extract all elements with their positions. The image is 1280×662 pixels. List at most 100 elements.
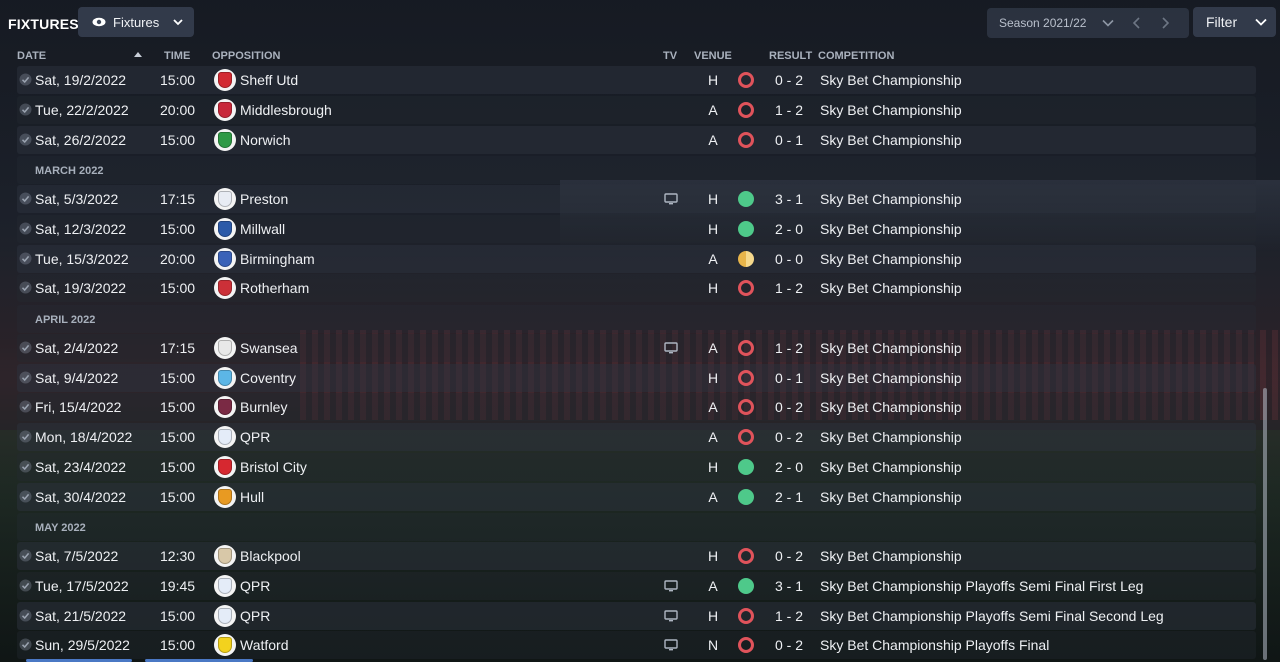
fixture-row[interactable]: Tue, 17/5/2022 19:45 QPR A 3 - 1 Sky Bet Cham… [17, 572, 1256, 600]
fixture-competition[interactable]: Sky Bet Championship [820, 72, 962, 88]
fixture-row[interactable]: Sat, 2/4/2022 17:15 Swansea A 1 - 2 Sky Bet C… [17, 334, 1256, 362]
fixture-row[interactable]: Tue, 15/3/2022 20:00 Birmingham A 0 - 0 Sky B… [17, 245, 1256, 273]
opponent-name[interactable]: Burnley [240, 399, 287, 415]
fixture-competition[interactable]: Sky Bet Championship Playoffs Semi Final… [820, 608, 1164, 624]
opponent-name[interactable]: QPR [240, 429, 270, 445]
fixture-competition[interactable]: Sky Bet Championship [820, 132, 962, 148]
fixture-competition[interactable]: Sky Bet Championship [820, 370, 962, 386]
month-label: MARCH 2022 [35, 165, 104, 177]
opponent-name[interactable]: Rotherham [240, 280, 309, 296]
fixture-row[interactable]: Sat, 19/2/2022 15:00 Sheff Utd H 0 - 2 Sky Be… [17, 66, 1256, 94]
fixture-date: Sat, 5/3/2022 [35, 191, 119, 207]
fixture-score[interactable]: 1 - 2 [769, 340, 809, 356]
fixture-score[interactable]: 0 - 0 [769, 251, 809, 267]
fixture-competition[interactable]: Sky Bet Championship [820, 340, 962, 356]
opponent-name[interactable]: Norwich [240, 132, 291, 148]
fixture-score[interactable]: 2 - 1 [769, 489, 809, 505]
fixture-score[interactable]: 0 - 1 [769, 370, 809, 386]
fixture-row[interactable]: Sat, 21/5/2022 15:00 QPR H 1 - 2 Sky Bet Cham… [17, 602, 1256, 630]
fixture-score[interactable]: 2 - 0 [769, 221, 809, 237]
fixture-row[interactable]: Sat, 7/5/2022 12:30 Blackpool H 0 - 2 Sky Bet… [17, 542, 1256, 570]
fixture-competition[interactable]: Sky Bet Championship [820, 280, 962, 296]
opponent-name[interactable]: Millwall [240, 221, 285, 237]
column-header-result[interactable]: RESULT [769, 50, 812, 62]
fixture-row[interactable]: Sat, 26/2/2022 15:00 Norwich A 0 - 1 Sky Bet … [17, 126, 1256, 154]
fixture-competition[interactable]: Sky Bet Championship [820, 399, 962, 415]
column-header-venue[interactable]: VENUE [694, 50, 732, 62]
played-check-icon [19, 192, 32, 205]
fixture-score[interactable]: 1 - 2 [769, 102, 809, 118]
fixture-competition[interactable]: Sky Bet Championship Playoffs Final [820, 637, 1049, 653]
played-check-icon [19, 252, 32, 265]
fixture-row[interactable]: Sat, 9/4/2022 15:00 Coventry H 0 - 1 Sky Bet … [17, 364, 1256, 392]
fixture-competition[interactable]: Sky Bet Championship [820, 191, 962, 207]
fixture-row[interactable]: Tue, 22/2/2022 20:00 Middlesbrough A 1 - 2 Sk… [17, 96, 1256, 124]
opponent-name[interactable]: Preston [240, 191, 288, 207]
fixture-score[interactable]: 0 - 1 [769, 132, 809, 148]
fixture-time: 15:00 [160, 370, 196, 386]
fixture-competition[interactable]: Sky Bet Championship [820, 489, 962, 505]
loss-result-icon [738, 637, 754, 653]
played-check-icon [19, 460, 32, 473]
fixture-score[interactable]: 0 - 2 [769, 429, 809, 445]
loss-result-icon [738, 340, 754, 356]
club-crest-icon [214, 129, 236, 151]
fixture-venue: A [708, 578, 718, 594]
opponent-name[interactable]: Swansea [240, 340, 298, 356]
fixture-time: 15:00 [160, 399, 196, 415]
club-crest-icon [214, 396, 236, 418]
fixture-row[interactable]: Sat, 30/4/2022 15:00 Hull A 2 - 1 Sky Bet Cha… [17, 483, 1256, 511]
opponent-name[interactable]: Hull [240, 489, 264, 505]
scrollbar[interactable] [1263, 388, 1267, 660]
opponent-name[interactable]: Blackpool [240, 548, 301, 564]
fixture-score[interactable]: 0 - 2 [769, 72, 809, 88]
fixture-date: Sun, 29/5/2022 [35, 637, 130, 653]
fixture-score[interactable]: 0 - 2 [769, 399, 809, 415]
fixture-date: Mon, 18/4/2022 [35, 429, 133, 445]
fixture-score[interactable]: 0 - 2 [769, 548, 809, 564]
fixture-score[interactable]: 3 - 1 [769, 191, 809, 207]
column-header-competition[interactable]: COMPETITION [818, 50, 894, 62]
fixture-competition[interactable]: Sky Bet Championship [820, 102, 962, 118]
fixture-row[interactable]: Sat, 12/3/2022 15:00 Millwall H 2 - 0 Sky Bet… [17, 215, 1256, 243]
opponent-name[interactable]: Coventry [240, 370, 296, 386]
fixture-competition[interactable]: Sky Bet Championship [820, 548, 962, 564]
fixture-row[interactable]: Sun, 29/5/2022 15:00 Watford N 0 - 2 Sky Bet … [17, 631, 1256, 659]
chevron-down-icon [173, 19, 183, 26]
column-header-time[interactable]: TIME [164, 50, 190, 62]
column-header-tv[interactable]: TV [663, 50, 677, 62]
opponent-name[interactable]: Middlesbrough [240, 102, 332, 118]
fixture-time: 17:15 [160, 340, 196, 356]
fixture-row[interactable]: Mon, 18/4/2022 15:00 QPR A 0 - 2 Sky Bet Cham… [17, 423, 1256, 451]
fixture-score[interactable]: 1 - 2 [769, 280, 809, 296]
season-selector[interactable]: Season 2021/22 [987, 8, 1189, 38]
fixture-row[interactable]: Sat, 5/3/2022 17:15 Preston H 3 - 1 Sky Bet C… [17, 185, 1256, 213]
fixture-score[interactable]: 0 - 2 [769, 637, 809, 653]
fixture-competition[interactable]: Sky Bet Championship [820, 251, 962, 267]
fixture-competition[interactable]: Sky Bet Championship [820, 221, 962, 237]
fixture-competition[interactable]: Sky Bet Championship Playoffs Semi Final… [820, 578, 1143, 594]
filter-button[interactable]: Filter [1193, 7, 1276, 37]
opponent-name[interactable]: Bristol City [240, 459, 307, 475]
played-check-icon [19, 341, 32, 354]
opponent-name[interactable]: QPR [240, 578, 270, 594]
fixture-competition[interactable]: Sky Bet Championship [820, 429, 962, 445]
fixture-score[interactable]: 3 - 1 [769, 578, 809, 594]
next-season-button[interactable] [1153, 12, 1177, 34]
column-header-opposition[interactable]: OPPOSITION [212, 50, 280, 62]
opponent-name[interactable]: QPR [240, 608, 270, 624]
fixture-score[interactable]: 1 - 2 [769, 608, 809, 624]
opponent-name[interactable]: Watford [240, 637, 289, 653]
fixture-row[interactable]: Fri, 15/4/2022 15:00 Burnley A 0 - 2 Sky Bet … [17, 393, 1256, 421]
fixture-score[interactable]: 2 - 0 [769, 459, 809, 475]
opponent-name[interactable]: Sheff Utd [240, 72, 298, 88]
fixture-row[interactable]: Sat, 19/3/2022 15:00 Rotherham H 1 - 2 Sky Be… [17, 274, 1256, 302]
previous-season-button[interactable] [1125, 12, 1149, 34]
view-selector-button[interactable]: Fixtures [78, 7, 194, 37]
fixture-competition[interactable]: Sky Bet Championship [820, 459, 962, 475]
month-header: MARCH 2022 [17, 156, 1256, 184]
column-header-date[interactable]: DATE [17, 50, 46, 62]
club-crest-icon [214, 248, 236, 270]
fixture-row[interactable]: Sat, 23/4/2022 15:00 Bristol City H 2 - 0 Sky… [17, 453, 1256, 481]
opponent-name[interactable]: Birmingham [240, 251, 315, 267]
